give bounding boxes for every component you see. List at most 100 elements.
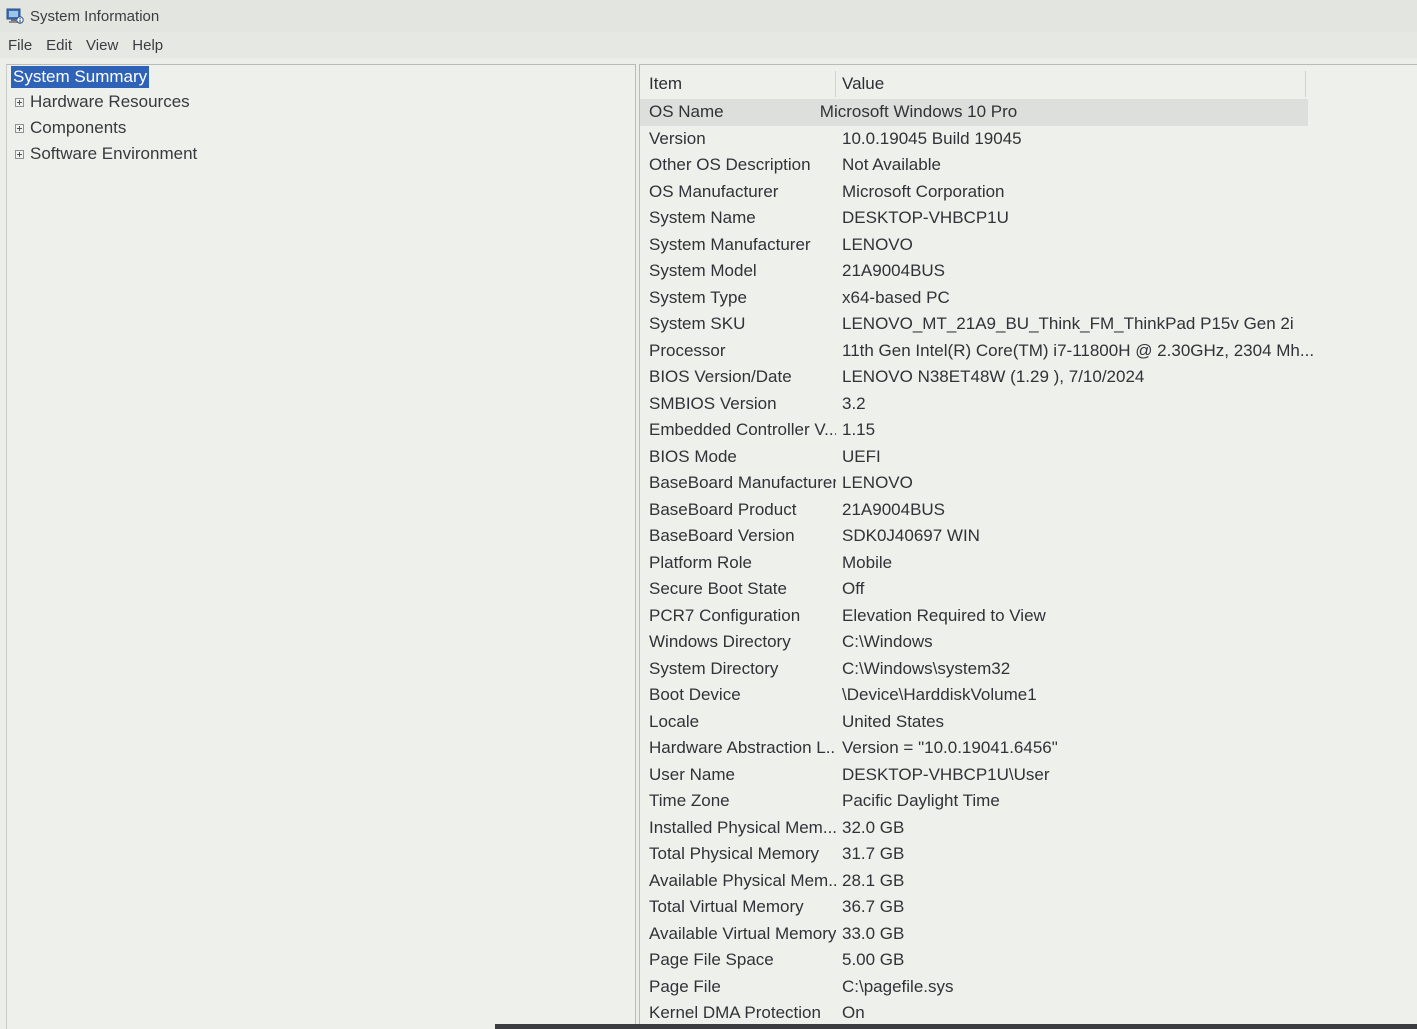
table-row[interactable]: Secure Boot State Off <box>640 576 1417 603</box>
table-row[interactable]: Locale United States <box>640 709 1417 736</box>
row-item-value: DESKTOP-VHBCP1U <box>842 208 1009 228</box>
table-row[interactable]: Time Zone Pacific Daylight Time <box>640 788 1417 815</box>
table-row[interactable]: Page File C:\pagefile.sys <box>640 974 1417 1001</box>
menu-help[interactable]: Help <box>126 35 169 56</box>
details-list[interactable]: Item Value OS Name Microsoft Windows 10 P… <box>639 64 1417 1029</box>
row-item-name: Platform Role <box>649 552 752 572</box>
row-item-value: C:\Windows\system32 <box>842 658 1011 678</box>
row-item-value: 36.7 GB <box>842 897 905 917</box>
tree-item-label: Software Environment <box>30 144 198 163</box>
row-item-value: 1.15 <box>842 420 876 440</box>
row-item-value: 10.0.19045 Build 19045 <box>842 128 1022 148</box>
row-item-value: Not Available <box>842 155 941 175</box>
table-row[interactable]: Available Virtual Memory 33.0 GB <box>640 921 1417 948</box>
table-row[interactable]: User Name DESKTOP-VHBCP1U\User <box>640 762 1417 789</box>
table-row[interactable]: BaseBoard Product 21A9004BUS <box>640 497 1417 524</box>
table-row[interactable]: Windows Directory C:\Windows <box>640 629 1417 656</box>
row-item-value: SDK0J40697 WIN <box>842 526 980 546</box>
row-item-value: C:\pagefile.sys <box>842 976 954 996</box>
row-item-name: Page File <box>649 976 721 996</box>
row-item-value: 31.7 GB <box>842 844 905 864</box>
table-row[interactable]: BaseBoard Version SDK0J40697 WIN <box>640 523 1417 550</box>
row-item-value: \Device\HarddiskVolume1 <box>842 685 1037 705</box>
column-header-value[interactable]: Value <box>836 71 1306 97</box>
expand-icon[interactable] <box>15 149 24 159</box>
row-item-value: LENOVO_MT_21A9_BU_Think_FM_ThinkPad P15v… <box>842 314 1294 334</box>
row-item-value: C:\Windows <box>842 632 933 652</box>
menu-file[interactable]: File <box>2 35 38 56</box>
row-item-name: BIOS Mode <box>649 446 737 466</box>
table-row[interactable]: Installed Physical Mem... 32.0 GB <box>640 815 1417 842</box>
table-row[interactable]: System Type x64-based PC <box>640 285 1417 312</box>
table-row[interactable]: Embedded Controller V... 1.15 <box>640 417 1417 444</box>
screen-edge <box>495 1024 1417 1029</box>
table-row[interactable]: System SKU LENOVO_MT_21A9_BU_Think_FM_Thi… <box>640 311 1417 338</box>
table-row[interactable]: Hardware Abstraction L... Version = "10.0… <box>640 735 1417 762</box>
row-item-value: 3.2 <box>842 393 866 413</box>
row-item-value: x64-based PC <box>842 287 950 307</box>
details-rows: OS Name Microsoft Windows 10 Pro Version 10… <box>640 99 1417 1027</box>
row-item-value: Microsoft Windows 10 Pro <box>819 102 1018 122</box>
table-row[interactable]: Version 10.0.19045 Build 19045 <box>640 126 1417 153</box>
row-item-value: 32.0 GB <box>842 817 905 837</box>
row-item-value: UEFI <box>842 446 881 466</box>
row-item-value: Off <box>842 579 865 599</box>
category-tree[interactable]: System Summary Hardware Resources Compon… <box>6 64 636 1029</box>
table-row[interactable]: Processor 11th Gen Intel(R) Core(TM) i7-1… <box>640 338 1417 365</box>
table-row[interactable]: BIOS Mode UEFI <box>640 444 1417 471</box>
row-item-name: System SKU <box>649 314 746 334</box>
row-item-value: Pacific Daylight Time <box>842 791 1000 811</box>
row-item-value: 11th Gen Intel(R) Core(TM) i7-11800H @ 2… <box>842 340 1315 360</box>
column-header-item[interactable]: Item <box>640 71 836 97</box>
row-item-value: 5.00 GB <box>842 950 905 970</box>
table-row[interactable]: System Directory C:\Windows\system32 <box>640 656 1417 683</box>
table-row[interactable]: Kernel DMA Protection On <box>640 1000 1417 1027</box>
tree-item-components[interactable]: Components <box>15 116 126 140</box>
table-row[interactable]: BaseBoard Manufacturer LENOVO <box>640 470 1417 497</box>
table-row[interactable]: Total Virtual Memory 36.7 GB <box>640 894 1417 921</box>
table-row[interactable]: Boot Device \Device\HarddiskVolume1 <box>640 682 1417 709</box>
row-item-name: Hardware Abstraction L... <box>649 738 836 758</box>
table-row[interactable]: System Name DESKTOP-VHBCP1U <box>640 205 1417 232</box>
row-item-name: Available Virtual Memory <box>649 923 836 943</box>
row-item-name: Locale <box>649 711 700 731</box>
menu-bar: File Edit View Help <box>0 32 1417 58</box>
table-row[interactable]: Platform Role Mobile <box>640 550 1417 577</box>
row-item-name: Secure Boot State <box>649 579 787 599</box>
table-row[interactable]: PCR7 Configuration Elevation Required to … <box>640 603 1417 630</box>
row-item-name: Available Physical Mem... <box>649 870 836 890</box>
row-item-name: Time Zone <box>649 791 730 811</box>
tree-item-system-summary[interactable]: System Summary <box>11 65 150 89</box>
row-item-value: LENOVO <box>842 234 913 254</box>
row-item-value: DESKTOP-VHBCP1U\User <box>842 764 1050 784</box>
row-item-name: BaseBoard Product <box>649 499 797 519</box>
table-row[interactable]: System Model 21A9004BUS <box>640 258 1417 285</box>
table-row[interactable]: System Manufacturer LENOVO <box>640 232 1417 259</box>
tree-item-label: Hardware Resources <box>30 92 190 111</box>
row-item-name: Installed Physical Mem... <box>649 817 836 837</box>
title-bar[interactable]: System Information <box>0 0 1417 32</box>
menu-edit[interactable]: Edit <box>40 35 78 56</box>
expand-icon[interactable] <box>15 123 24 133</box>
row-item-name: Windows Directory <box>649 632 791 652</box>
expand-icon[interactable] <box>15 97 24 107</box>
row-item-name: User Name <box>649 764 735 784</box>
row-item-name: System Name <box>649 208 756 228</box>
row-item-value: 28.1 GB <box>842 870 905 890</box>
row-item-value: LENOVO <box>842 473 913 493</box>
tree-item-hardware-resources[interactable]: Hardware Resources <box>15 90 190 114</box>
table-row[interactable]: Page File Space 5.00 GB <box>640 947 1417 974</box>
table-row[interactable]: OS Name Microsoft Windows 10 Pro <box>640 99 1308 126</box>
table-row[interactable]: SMBIOS Version 3.2 <box>640 391 1417 418</box>
tree-item-software-environment[interactable]: Software Environment <box>15 142 197 166</box>
row-item-name: BaseBoard Version <box>649 526 795 546</box>
row-item-value: Elevation Required to View <box>842 605 1046 625</box>
table-row[interactable]: BIOS Version/Date LENOVO N38ET48W (1.29 )… <box>640 364 1417 391</box>
row-item-value: Mobile <box>842 552 893 572</box>
row-item-name: OS Manufacturer <box>649 181 779 201</box>
menu-view[interactable]: View <box>80 35 124 56</box>
table-row[interactable]: Available Physical Mem... 28.1 GB <box>640 868 1417 895</box>
table-row[interactable]: Total Physical Memory 31.7 GB <box>640 841 1417 868</box>
table-row[interactable]: OS Manufacturer Microsoft Corporation <box>640 179 1417 206</box>
table-row[interactable]: Other OS Description Not Available <box>640 152 1417 179</box>
